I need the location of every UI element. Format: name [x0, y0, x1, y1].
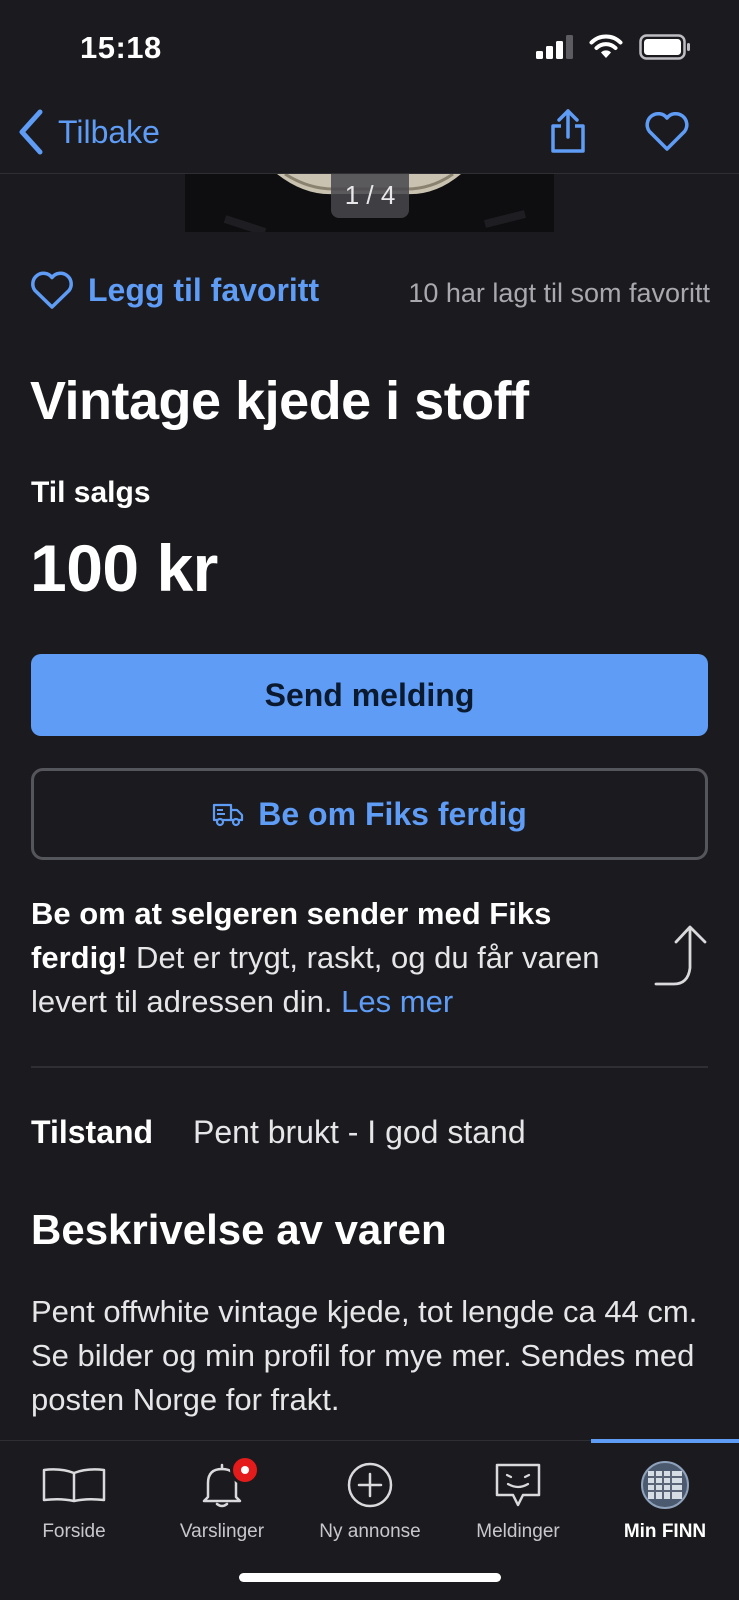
favorite-row: Legg til favoritt 10 har lagt til som fa…: [30, 270, 710, 320]
nav-bar: Tilbake: [0, 96, 739, 174]
tab-label-ny-annonse: Ny annonse: [319, 1521, 421, 1542]
battery-icon: [639, 34, 690, 60]
heart-icon: [31, 271, 73, 309]
status-time: 15:18: [80, 30, 162, 65]
send-message-button[interactable]: Send melding: [31, 654, 708, 736]
home-indicator: [239, 1573, 501, 1582]
avatar: [641, 1461, 689, 1509]
description-heading: Beskrivelse av varen: [31, 1206, 447, 1253]
condition-label: Tilstand: [31, 1114, 154, 1150]
condition-row: Tilstand Pent brukt - I god stand: [31, 1114, 526, 1151]
favorite-count: 10 har lagt til som favoritt: [408, 278, 710, 308]
tab-label-min-finn: Min FINN: [623, 1521, 707, 1542]
share-button[interactable]: [548, 108, 588, 159]
heart-icon: [645, 111, 689, 151]
plus-circle-icon: [347, 1462, 393, 1508]
tab-label-meldinger: Meldinger: [476, 1521, 560, 1542]
signal-icon: [536, 35, 573, 59]
divider: [31, 1066, 708, 1068]
description-text: Pent offwhite vintage kjede, tot lengde …: [31, 1294, 698, 1417]
listing-page: 15:18 Tilbake 1 / 4 Legg til favoritt 10…: [0, 0, 739, 1600]
wifi-icon: [589, 34, 623, 58]
status-bar: 15:18: [0, 0, 739, 96]
add-favorite-button[interactable]: Legg til favoritt: [30, 270, 319, 310]
tab-ny-annonse[interactable]: Ny annonse: [296, 1457, 444, 1543]
tab-label-forside: Forside: [42, 1521, 106, 1542]
back-label: Tilbake: [58, 113, 160, 150]
listing-price: 100 kr: [30, 531, 218, 605]
request-fiks-ferdig-button[interactable]: Be om Fiks ferdig: [31, 768, 708, 860]
share-icon: [551, 109, 585, 153]
active-tab-indicator: [591, 1439, 739, 1443]
fiks-ferdig-info: Be om at selgeren sender med Fiks ferdig…: [31, 892, 631, 1024]
status-icons: [535, 34, 691, 60]
tab-label-varslinger: Varslinger: [179, 1521, 265, 1542]
back-button[interactable]: Tilbake: [16, 108, 160, 156]
tab-varslinger[interactable]: Varslinger: [148, 1455, 296, 1543]
chevron-left-icon: [19, 109, 43, 155]
condition-value: Pent brukt - I god stand: [193, 1114, 526, 1150]
chat-icon: [495, 1463, 541, 1507]
delivery-truck-icon: [213, 803, 244, 827]
image-carousel[interactable]: 1 / 4: [185, 174, 554, 232]
book-icon: [42, 1468, 106, 1503]
tab-min-finn[interactable]: Min FINN: [591, 1457, 739, 1543]
tab-meldinger[interactable]: Meldinger: [444, 1457, 592, 1543]
read-more-link[interactable]: Les mer: [341, 984, 453, 1019]
add-favorite-label: Legg til favoritt: [88, 271, 320, 308]
listing-title: Vintage kjede i stoff: [30, 371, 529, 431]
favorite-heart-button[interactable]: [644, 110, 690, 157]
sale-type: Til salgs: [31, 476, 151, 509]
curved-arrow-icon: [654, 925, 707, 986]
notification-badge: [230, 1455, 260, 1485]
request-fiks-ferdig-label: Be om Fiks ferdig: [258, 795, 527, 832]
image-counter: 1 / 4: [331, 174, 409, 218]
tab-forside[interactable]: Forside: [0, 1457, 148, 1543]
